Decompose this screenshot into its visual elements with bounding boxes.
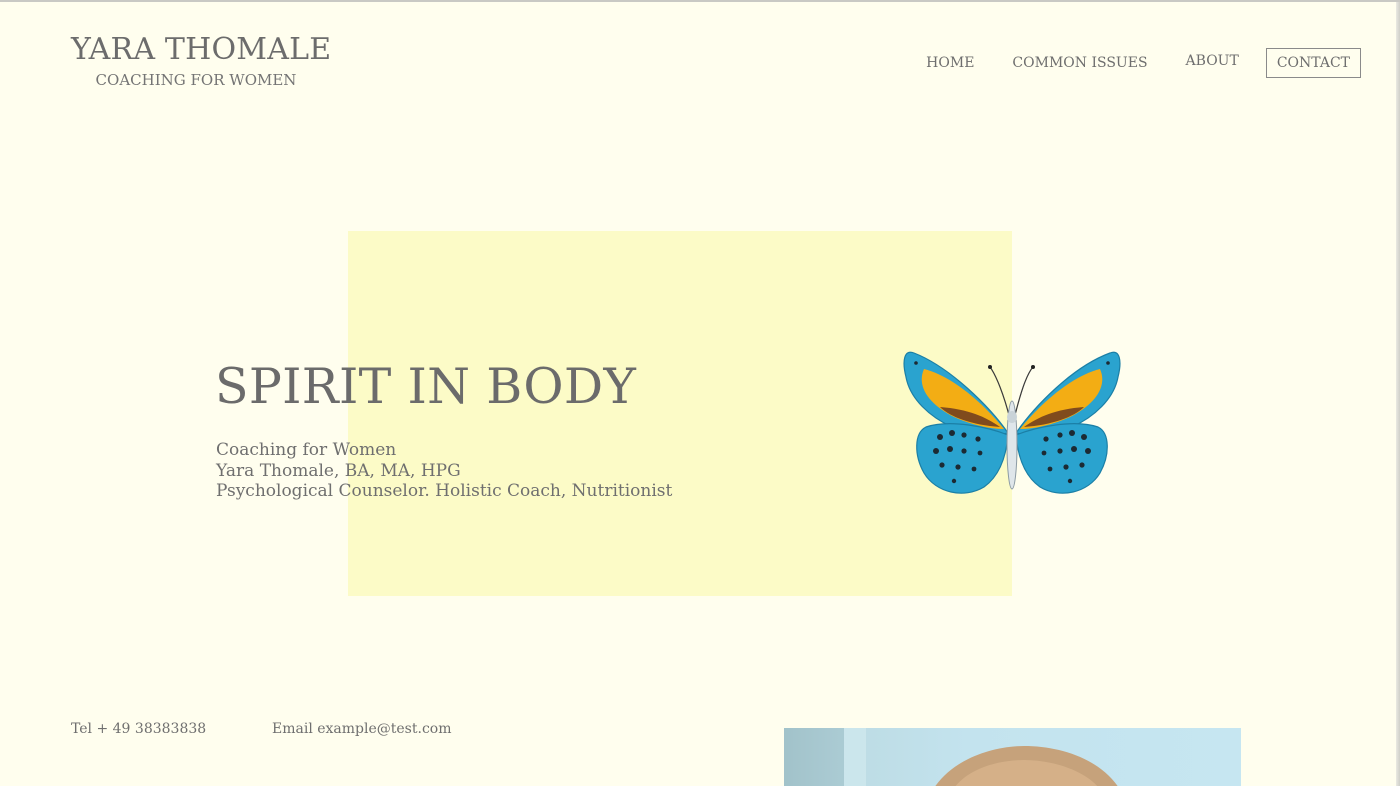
- nav-home[interactable]: HOME: [926, 54, 974, 72]
- brand-tagline: COACHING FOR WOMEN: [95, 71, 297, 89]
- page: YARA THOMALE COACHING FOR WOMEN HOME COM…: [0, 0, 1400, 786]
- hero-title: SPIRIT IN BODY: [215, 358, 637, 415]
- hero-subtitle: Coaching for Women Yara Thomale, BA, MA,…: [216, 440, 672, 502]
- main-nav: HOME COMMON ISSUES ABOUT CONTACT: [926, 48, 1361, 78]
- phone-number[interactable]: Tel + 49 38383838: [71, 720, 206, 738]
- portrait-photo-image: [784, 728, 1118, 786]
- email-address[interactable]: Email example@test.com: [272, 720, 452, 738]
- nav-about[interactable]: ABOUT: [1186, 52, 1239, 70]
- nav-contact-button[interactable]: CONTACT: [1265, 48, 1361, 78]
- butterfly-illustration: [903, 351, 1121, 494]
- window-edge: [1396, 2, 1400, 786]
- nav-common-issues[interactable]: COMMON ISSUES: [1012, 54, 1147, 72]
- portrait-photo: [784, 728, 1241, 786]
- hero-line-credentials: Yara Thomale, BA, MA, HPG: [216, 460, 461, 481]
- hero-line-roles: Psychological Counselor. Holistic Coach,…: [216, 481, 673, 501]
- brand-logo[interactable]: YARA THOMALE COACHING FOR WOMEN: [71, 32, 331, 89]
- brand-name[interactable]: YARA THOMALE: [71, 32, 331, 68]
- hero-line-coaching: Coaching for Women: [216, 440, 397, 460]
